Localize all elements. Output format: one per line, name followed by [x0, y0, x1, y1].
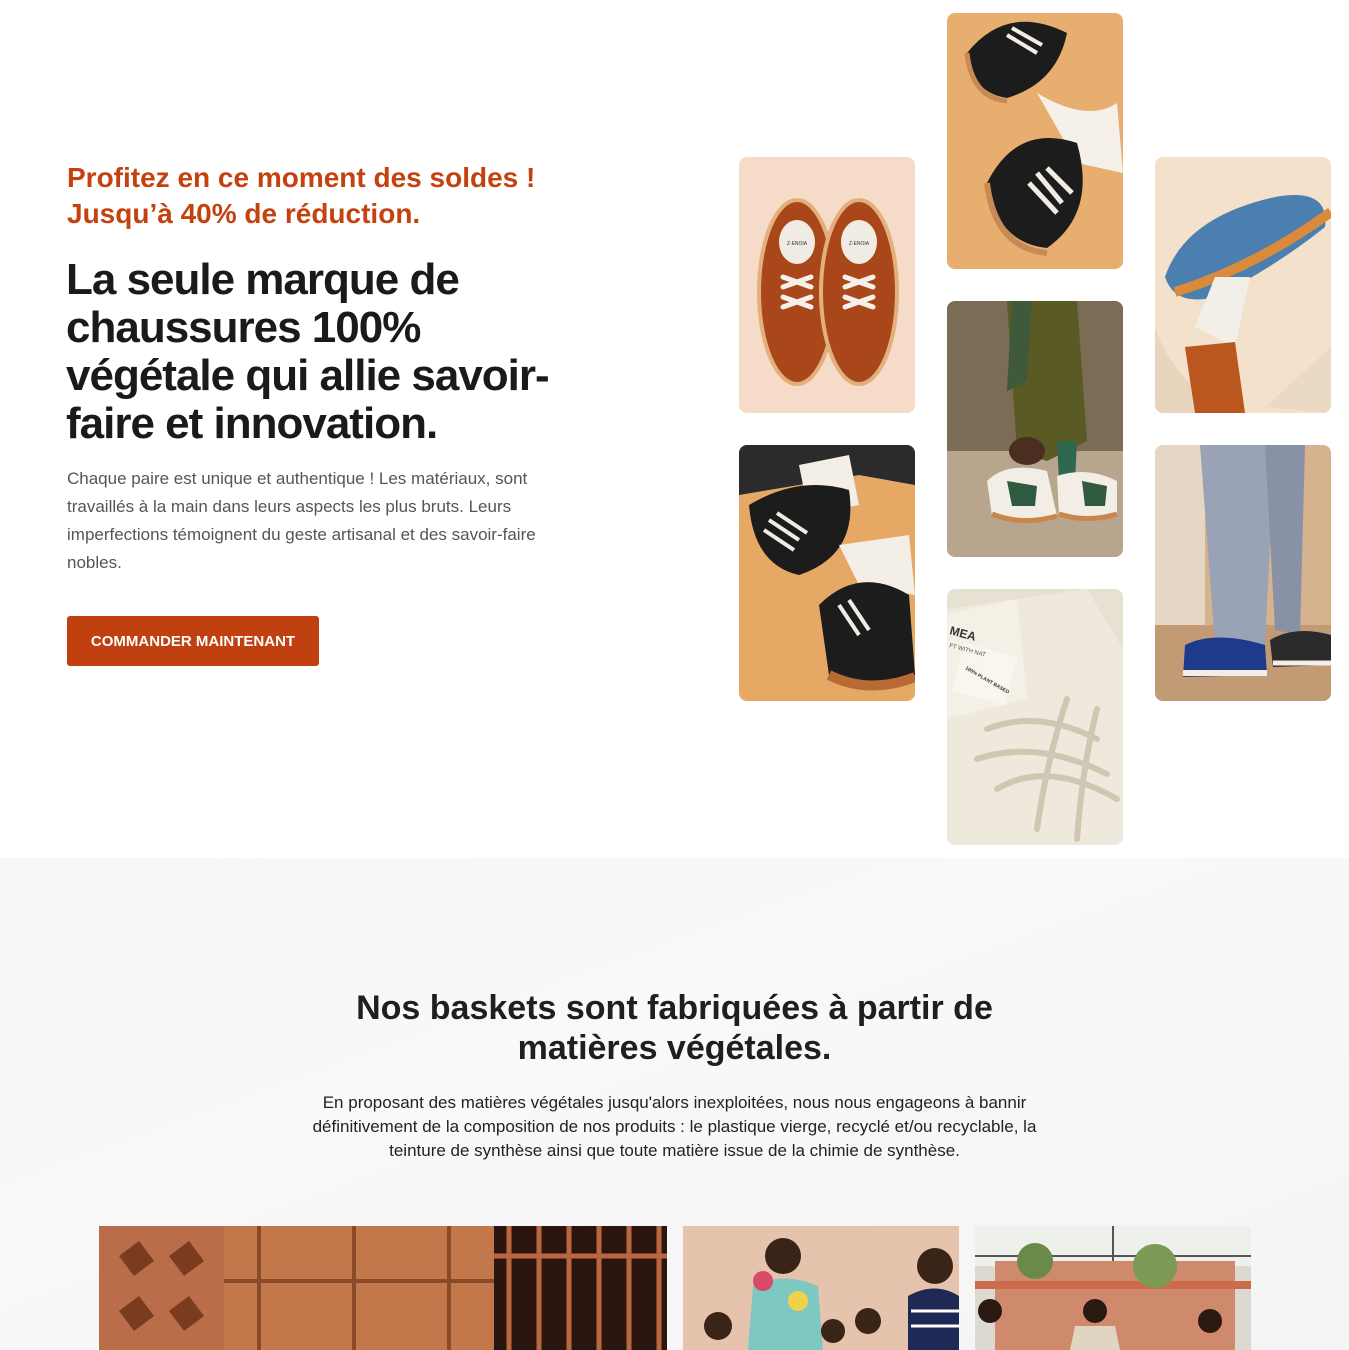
materials-description: En proposant des matières végétales jusq… [312, 1093, 1037, 1160]
promo-banner: Profitez en ce moment des soldes ! Jusqu… [67, 160, 627, 232]
courtyard-workers-image [975, 1226, 1251, 1350]
hero-section: Profitez en ce moment des soldes ! Jusqu… [0, 0, 1349, 858]
product-image-blue-sneakers[interactable] [1155, 157, 1331, 413]
product-image-white-green-sneakers[interactable] [947, 301, 1123, 557]
product-image-black-sneakers-socks[interactable] [739, 445, 915, 701]
promo-line-1: Profitez en ce moment des soldes ! [67, 162, 536, 193]
workshop-doors-image [99, 1226, 667, 1350]
materials-section: Nos baskets sont fabriquées à partir de … [0, 858, 1349, 1350]
hero-headline: La seule marque de chaussures 100% végét… [66, 255, 550, 448]
product-image-navy-sneakers[interactable] [1155, 445, 1331, 701]
product-image-brown-sneakers[interactable]: Z-ENOIA Z-ENOIA [739, 157, 915, 413]
shoe-label-left: Z-ENOIA [787, 241, 808, 247]
product-image-cream-sneaker-detail[interactable]: MEA FT WITH NAT 100% PLANT BASED [947, 589, 1123, 845]
product-image-black-sneakers-top[interactable] [947, 13, 1123, 269]
materials-title: Nos baskets sont fabriquées à partir de … [356, 989, 993, 1067]
artisans-group-image [683, 1226, 959, 1350]
order-now-button[interactable]: COMMANDER MAINTENANT [67, 616, 319, 666]
hero-description: Chaque paire est unique et authentique !… [67, 469, 536, 572]
shoe-label-right: Z-ENOIA [849, 241, 870, 247]
promo-line-2: Jusqu’à 40% de réduction. [67, 198, 421, 229]
